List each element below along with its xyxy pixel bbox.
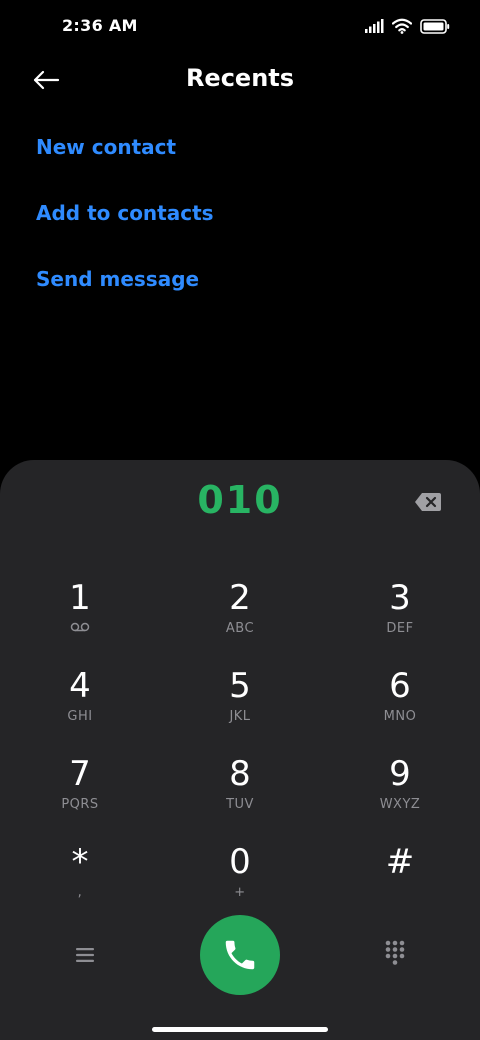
backspace-button[interactable] xyxy=(414,492,442,512)
key-digit: 2 xyxy=(229,578,251,618)
key-4[interactable]: 4 GHI xyxy=(20,666,140,750)
key-0[interactable]: 0 + xyxy=(180,842,300,926)
send-message-link[interactable]: Send message xyxy=(36,260,214,326)
key-7[interactable]: 7 PQRS xyxy=(20,754,140,838)
key-digit: # xyxy=(385,842,415,882)
dialed-number[interactable]: 010 xyxy=(0,478,480,522)
new-contact-link[interactable]: New contact xyxy=(36,128,214,194)
key-star[interactable]: * , xyxy=(20,842,140,926)
key-letters: MNO xyxy=(383,709,417,724)
call-button[interactable] xyxy=(200,915,280,995)
key-letters: PQRS xyxy=(61,797,99,812)
key-9[interactable]: 9 WXYZ xyxy=(340,754,460,838)
dialer-controls xyxy=(0,915,480,995)
key-letters: DEF xyxy=(386,621,414,636)
key-letters: ABC xyxy=(225,621,255,636)
key-digit: 3 xyxy=(389,578,411,618)
app-header: Recents xyxy=(0,52,480,108)
key-6[interactable]: 6 MNO xyxy=(340,666,460,750)
key-1[interactable]: 1 xyxy=(20,578,140,662)
status-icons xyxy=(364,18,450,34)
key-digit: 0 xyxy=(229,842,251,882)
backspace-icon xyxy=(415,493,441,511)
key-letters: GHI xyxy=(67,709,93,724)
key-digit: 9 xyxy=(389,754,411,794)
key-digit: 7 xyxy=(69,754,91,794)
key-letters: WXYZ xyxy=(379,797,421,812)
key-digit: * xyxy=(71,842,89,882)
action-list: New contact Add to contacts Send message xyxy=(36,128,214,326)
page-title: Recents xyxy=(185,64,295,92)
key-letters: TUV xyxy=(226,797,254,812)
dialer-panel: 010 1 2 ABC 3 DEF 4 GHI 5 JKL 6 MNO 7 PQ… xyxy=(0,460,480,1040)
status-time: 2:36 AM xyxy=(62,16,138,35)
key-letters: , xyxy=(77,885,83,900)
key-digit: 5 xyxy=(229,666,251,706)
menu-button[interactable] xyxy=(70,941,100,969)
key-letters: JKL xyxy=(229,709,251,724)
home-indicator[interactable] xyxy=(152,1027,328,1032)
key-digit: 8 xyxy=(229,754,251,794)
phone-icon xyxy=(225,940,255,970)
key-3[interactable]: 3 DEF xyxy=(340,578,460,662)
status-bar: 2:36 AM xyxy=(0,0,480,52)
key-8[interactable]: 8 TUV xyxy=(180,754,300,838)
signal-icon xyxy=(365,19,384,33)
key-digit: 1 xyxy=(69,578,91,618)
key-digit: 6 xyxy=(389,666,411,706)
wifi-icon xyxy=(392,18,412,34)
key-digit: 4 xyxy=(69,666,91,706)
menu-icon xyxy=(76,948,94,962)
key-letters: + xyxy=(234,885,246,900)
voicemail-icon xyxy=(70,622,90,632)
battery-icon xyxy=(420,18,450,34)
key-5[interactable]: 5 JKL xyxy=(180,666,300,750)
dialpad-toggle-button[interactable] xyxy=(383,939,407,967)
add-to-contacts-link[interactable]: Add to contacts xyxy=(36,194,214,260)
key-hash[interactable]: # xyxy=(340,842,460,926)
key-2[interactable]: 2 ABC xyxy=(180,578,300,662)
dialpad-icon xyxy=(385,940,405,965)
